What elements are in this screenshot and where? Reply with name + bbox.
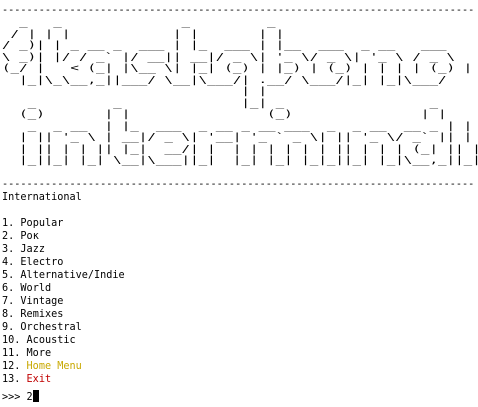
menu-item-exit[interactable]: 13. Exit [2, 373, 476, 386]
menu-item-electro[interactable]: 4. Electro [2, 256, 476, 269]
menu-item-number: 11. [2, 348, 21, 359]
menu-item-acoustic[interactable]: 10. Acoustic [2, 334, 476, 347]
menu-item-vintage[interactable]: 7. Vintage [2, 295, 476, 308]
top-divider: ----------------------------------------… [2, 5, 476, 16]
menu-item-jazz[interactable]: 3. Jazz [2, 243, 476, 256]
section-title: International [2, 192, 82, 203]
menu-item-number: 7. [2, 296, 15, 307]
command-prompt[interactable]: >>> 2 [2, 390, 39, 404]
terminal-window[interactable]: ----------------------------------------… [2, 4, 478, 386]
menu-item-label: Electro [20, 257, 64, 268]
menu-item-label: Remixes [20, 309, 64, 320]
menu-item-label: Orchestral [20, 322, 82, 333]
ascii-banner: _ _ _ _ / | | | | | | | / _)| | _ __ _ _… [2, 17, 478, 178]
menu-item-pok[interactable]: 2. Pок [2, 230, 476, 243]
menu-item-number: 9. [2, 322, 15, 333]
menu-item-popular[interactable]: 1. Popular [2, 217, 476, 230]
bottom-divider: ----------------------------------------… [2, 179, 476, 190]
menu-list: 1. Popular 2. Pок 3. Jazz 4. Electro 5. … [2, 217, 476, 386]
menu-item-label: Pок [20, 231, 39, 242]
menu-item-orchestral[interactable]: 9. Orchestral [2, 321, 476, 334]
menu-item-number: 3. [2, 244, 15, 255]
menu-item-label: Exit [26, 374, 52, 385]
menu-item-label: More [26, 348, 52, 359]
menu-item-number: 8. [2, 309, 15, 320]
menu-item-world[interactable]: 6. World [2, 282, 476, 295]
menu-item-label: Vintage [20, 296, 64, 307]
prompt-symbol: >>> [2, 392, 21, 403]
menu-item-number: 5. [2, 270, 15, 281]
menu-item-label: World [20, 283, 52, 294]
menu-item-alternative-indie[interactable]: 5. Alternative/Indie [2, 269, 476, 282]
menu-item-label: Popular [20, 218, 64, 229]
menu-item-number: 13. [2, 374, 21, 385]
menu-item-number: 2. [2, 231, 15, 242]
menu-item-number: 10. [2, 335, 21, 346]
menu-item-label: Home Menu [26, 361, 82, 372]
text-cursor [32, 390, 39, 402]
menu-item-more[interactable]: 11. More [2, 347, 476, 360]
menu-item-number: 4. [2, 257, 15, 268]
menu-item-home-menu[interactable]: 12. Home Menu [2, 360, 476, 373]
menu-item-label: Jazz [20, 244, 45, 255]
menu-item-number: 12. [2, 361, 21, 372]
menu-item-number: 6. [2, 283, 15, 294]
ascii-art-logo: _ _ _ _ / | | | | | | | / _)| | _ __ _ _… [2, 17, 478, 166]
menu-item-label: Acoustic [26, 335, 76, 346]
menu-item-label: Alternative/Indie [20, 270, 125, 281]
menu-item-remixes[interactable]: 8. Remixes [2, 308, 476, 321]
menu-item-number: 1. [2, 218, 15, 229]
